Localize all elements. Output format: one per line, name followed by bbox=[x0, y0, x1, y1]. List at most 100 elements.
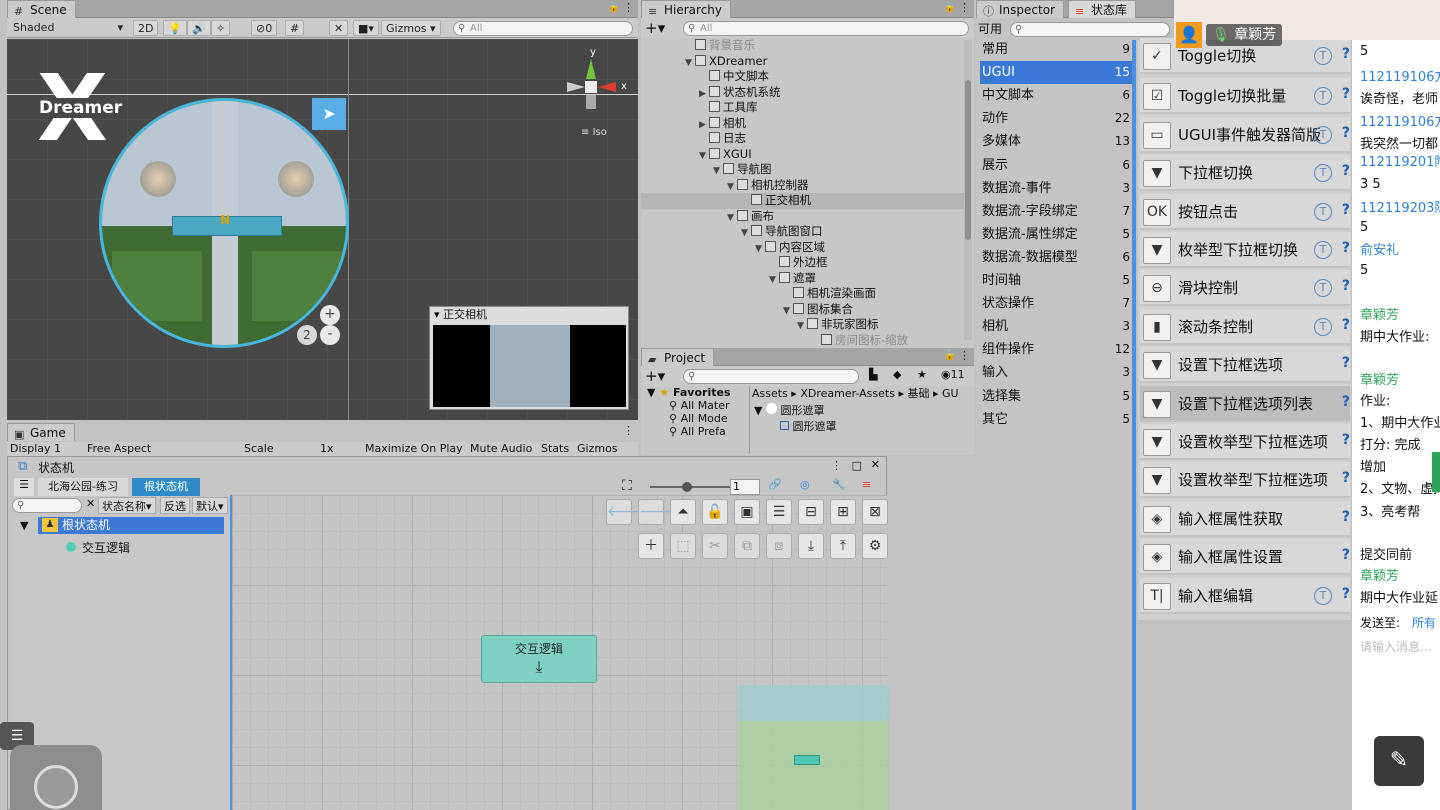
list-icon[interactable]: ☰ bbox=[14, 478, 34, 496]
category-item[interactable]: 数据流-字段绑定 7 bbox=[980, 200, 1132, 223]
filter-type-icon[interactable]: ▙ bbox=[869, 368, 877, 381]
menu-icon[interactable]: ⋮ bbox=[623, 424, 634, 437]
component-item[interactable]: ▮ 滚动条控制 T? bbox=[1140, 308, 1350, 345]
component-item[interactable]: ⊖ 滑块控制 T? bbox=[1140, 270, 1350, 307]
file-item[interactable]: 圆形遮罩 bbox=[750, 418, 974, 434]
audio-icon[interactable]: 🔊 bbox=[187, 20, 211, 36]
cut-icon[interactable]: ✂ bbox=[702, 533, 728, 559]
axis-y-icon[interactable] bbox=[586, 59, 596, 79]
question-icon[interactable]: ? bbox=[1342, 278, 1350, 294]
invert-button[interactable]: 反选 bbox=[160, 497, 190, 514]
splitter[interactable] bbox=[1132, 40, 1136, 810]
help-circle-icon[interactable]: T bbox=[1314, 202, 1332, 221]
distribute-v-icon[interactable]: ⊠ bbox=[862, 499, 888, 525]
sort-dropdown[interactable]: 状态名称▾ bbox=[98, 497, 156, 514]
statelib-icon[interactable]: ≡ bbox=[862, 478, 871, 491]
tab-project[interactable]: ▰ Project bbox=[641, 348, 715, 366]
copy-icon[interactable]: ⧉ bbox=[734, 533, 760, 559]
scene-viewport[interactable]: X Dreamer N ➤ + 2 - y x ≡ Iso ▾ 正交相机 bbox=[7, 39, 638, 420]
zoom-in-button[interactable]: + bbox=[320, 305, 340, 325]
wrench-icon[interactable]: 🔧 bbox=[832, 478, 846, 491]
category-item[interactable]: 时间轴 5 bbox=[980, 269, 1132, 292]
question-icon[interactable]: ? bbox=[1342, 317, 1350, 333]
axis-x-icon[interactable] bbox=[598, 82, 616, 92]
settings-gear-icon[interactable]: ⚙ bbox=[862, 533, 888, 559]
question-icon[interactable]: ? bbox=[1342, 586, 1350, 602]
question-icon[interactable]: ? bbox=[1342, 86, 1350, 102]
hierarchy-item[interactable]: ▼ 导航图 bbox=[641, 162, 964, 178]
component-item[interactable]: ▼ 枚举型下拉框切换 T? bbox=[1140, 232, 1350, 268]
category-item[interactable]: 多媒体 13 bbox=[980, 130, 1132, 153]
hidden-objects-toggle[interactable]: ⊘0 bbox=[251, 20, 278, 36]
breadcrumb-item[interactable]: 北海公园-练习 bbox=[38, 478, 128, 496]
add-state-icon[interactable]: ＋ bbox=[638, 533, 664, 559]
align-left-icon[interactable]: ☰ bbox=[766, 499, 792, 525]
favorites-item[interactable]: ⚲ All Mater bbox=[643, 399, 747, 412]
tree-item-child[interactable]: 交互逻辑 bbox=[66, 539, 130, 556]
hierarchy-item[interactable]: 外边框 bbox=[641, 255, 964, 271]
menu-icon[interactable]: ⋮ bbox=[959, 349, 970, 362]
question-icon[interactable]: ? bbox=[1342, 470, 1350, 486]
hierarchy-item[interactable]: ▼ 图标集合 bbox=[641, 302, 964, 318]
add-icon[interactable]: +▾ bbox=[645, 367, 665, 385]
question-icon[interactable]: ? bbox=[1342, 125, 1350, 141]
hierarchy-item[interactable]: 中文脚本 bbox=[641, 69, 964, 85]
tab-hierarchy[interactable]: ≡ Hierarchy bbox=[641, 0, 732, 18]
breadcrumb-item[interactable]: 基础 bbox=[907, 387, 929, 400]
question-icon[interactable]: ? bbox=[1342, 240, 1350, 256]
chat-scroll-marker[interactable] bbox=[1432, 452, 1440, 492]
category-item[interactable]: UGUI 15 bbox=[980, 61, 1132, 85]
gizmos-dropdown[interactable]: Gizmos ▾ bbox=[381, 20, 441, 36]
favorite-icon[interactable]: ★ bbox=[917, 368, 927, 381]
tools-icon[interactable]: ✕ bbox=[329, 20, 349, 36]
import-icon[interactable]: ⤓ bbox=[798, 533, 824, 559]
axis-center-icon[interactable] bbox=[585, 81, 597, 93]
favorites-item[interactable]: ⚲ All Prefa bbox=[643, 425, 747, 438]
hierarchy-item[interactable]: 工具库 bbox=[641, 100, 964, 116]
hierarchy-item[interactable]: 相机渲染画面 bbox=[641, 286, 964, 302]
component-item[interactable]: OK 按钮点击 T? bbox=[1140, 193, 1350, 230]
align-center-icon[interactable]: ⊟ bbox=[798, 499, 824, 525]
send-to-select[interactable]: 所有 bbox=[1412, 616, 1436, 630]
favorites-header[interactable]: ▼ ★ Favorites bbox=[643, 386, 747, 399]
close-icon[interactable]: ✕ bbox=[871, 458, 880, 471]
hierarchy-item[interactable]: ▼ 导航图窗口 bbox=[641, 224, 964, 240]
maximize-on-play-toggle[interactable]: Maximize On Play bbox=[365, 442, 463, 456]
component-item[interactable]: ▭ UGUI事件触发器简版 T? bbox=[1140, 116, 1350, 153]
question-icon[interactable]: ? bbox=[1342, 394, 1350, 410]
question-icon[interactable]: ? bbox=[1342, 163, 1350, 179]
hierarchy-item[interactable]: ▼ 相机控制器 bbox=[641, 178, 964, 194]
hierarchy-item[interactable]: ▶ 相机 bbox=[641, 116, 964, 132]
hierarchy-item[interactable]: 日志 bbox=[641, 131, 964, 147]
maximize-icon[interactable]: □ bbox=[852, 459, 862, 472]
unlock-icon[interactable]: 🔓 bbox=[702, 499, 728, 525]
tab-game[interactable]: ▣ Game bbox=[7, 423, 75, 441]
breadcrumb-item[interactable]: Assets bbox=[752, 387, 788, 400]
question-icon[interactable]: ? bbox=[1342, 509, 1350, 525]
effects-icon[interactable]: ✧ bbox=[211, 20, 231, 36]
hierarchy-item[interactable]: ▼ XDreamer bbox=[641, 54, 964, 70]
hierarchy-item[interactable]: 正交相机 bbox=[641, 193, 964, 209]
component-item[interactable]: ▼ 设置下拉框选项列表? bbox=[1140, 385, 1350, 422]
scene-orientation-gizmo[interactable]: y x ≡ Iso bbox=[565, 47, 637, 138]
help-circle-icon[interactable]: T bbox=[1314, 317, 1332, 336]
lock-icon[interactable]: 🔒 bbox=[608, 2, 620, 13]
filter-label-icon[interactable]: ◆ bbox=[893, 368, 901, 381]
help-circle-icon[interactable]: T bbox=[1314, 47, 1332, 65]
tab-statelib[interactable]: ≡ 状态库 bbox=[1068, 0, 1137, 18]
hierarchy-item[interactable]: ▼ 内容区域 bbox=[641, 240, 964, 256]
question-icon[interactable]: ? bbox=[1342, 46, 1350, 62]
tab-inspector[interactable]: ⓘ Inspector bbox=[976, 0, 1064, 18]
component-item[interactable]: ◈ 输入框属性设置? bbox=[1140, 539, 1350, 576]
component-item[interactable]: ▼ 设置下拉框选项? bbox=[1140, 347, 1350, 384]
mode-2d-button[interactable]: 2D bbox=[133, 20, 159, 36]
light-icon[interactable]: 💡 bbox=[163, 20, 187, 36]
category-item[interactable]: 输入 3 bbox=[980, 361, 1132, 384]
scale-value[interactable]: 1x bbox=[320, 442, 334, 456]
export-icon[interactable]: ⤒ bbox=[830, 533, 856, 559]
menu-icon[interactable]: ⋮ bbox=[623, 1, 634, 14]
tree-item-root[interactable]: ♟ 根状态机 bbox=[38, 517, 224, 534]
hierarchy-search-input[interactable]: All bbox=[683, 21, 969, 36]
lock-icon[interactable]: 🔒 bbox=[944, 350, 956, 361]
tree-arrow-icon[interactable]: ▼ bbox=[20, 519, 28, 532]
